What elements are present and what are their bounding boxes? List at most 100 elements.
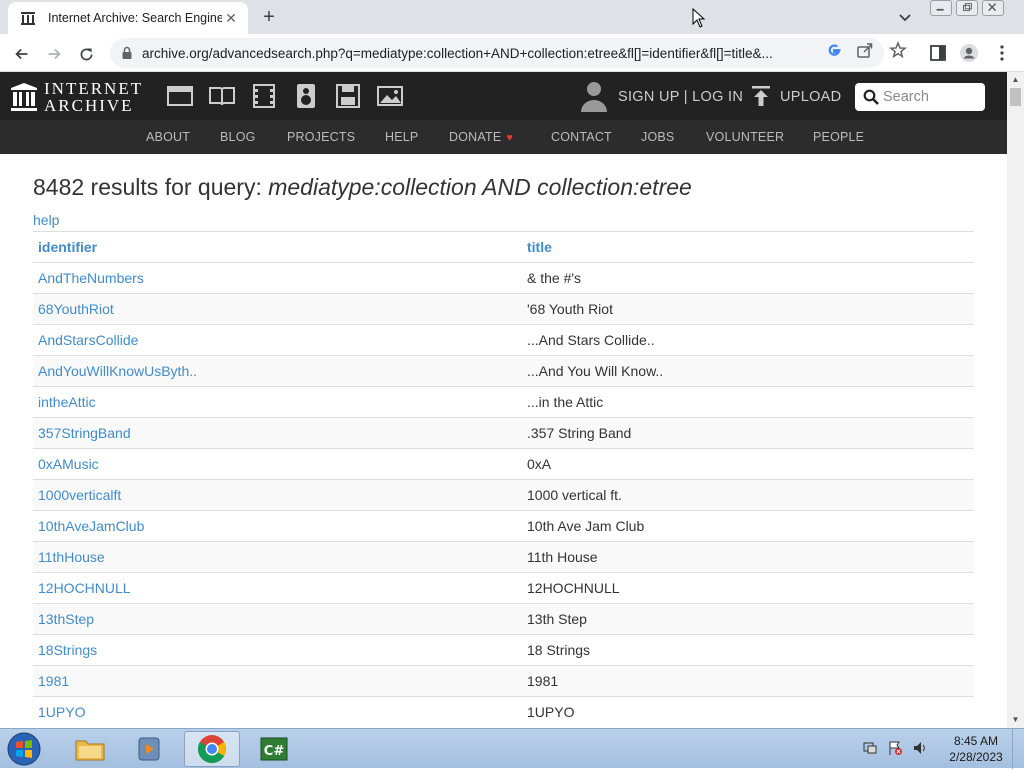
forward-arrow-icon[interactable] bbox=[41, 41, 67, 67]
identifier-cell: 68YouthRiot bbox=[33, 293, 522, 325]
identifier-link[interactable]: 68YouthRiot bbox=[38, 301, 114, 317]
identifier-link[interactable]: AndStarsCollide bbox=[38, 332, 138, 348]
identifier-column-header[interactable]: identifier bbox=[33, 231, 522, 263]
lock-icon[interactable] bbox=[120, 46, 134, 60]
address-bar[interactable]: archive.org/advancedsearch.php?q=mediaty… bbox=[110, 38, 884, 68]
identifier-link[interactable]: 11thHouse bbox=[38, 549, 105, 565]
software-icon[interactable] bbox=[334, 83, 362, 109]
scroll-up-arrow-icon[interactable]: ▲ bbox=[1011, 75, 1020, 84]
ia-search-box[interactable] bbox=[855, 83, 985, 111]
title-cell: 13th Step bbox=[522, 603, 974, 635]
tab-search-chevron-icon[interactable] bbox=[896, 8, 914, 26]
table-row: AndYouWillKnowUsByth.. ...And You Will Kn… bbox=[33, 355, 974, 387]
images-icon[interactable] bbox=[376, 83, 404, 109]
ia-logo[interactable]: INTERNET ARCHIVE bbox=[10, 80, 143, 114]
nav-about[interactable]: ABOUT bbox=[146, 130, 190, 144]
google-icon[interactable] bbox=[825, 41, 843, 59]
identifier-cell: 10thAveJamClub bbox=[33, 510, 522, 542]
show-desktop-button[interactable] bbox=[1012, 729, 1024, 769]
nav-blog[interactable]: BLOG bbox=[220, 130, 256, 144]
restore-icon[interactable] bbox=[956, 0, 978, 16]
profile-avatar-icon[interactable] bbox=[959, 43, 979, 63]
nav-help[interactable]: HELP bbox=[385, 130, 418, 144]
title-cell: .357 String Band bbox=[522, 417, 974, 449]
title-column-header[interactable]: title bbox=[522, 231, 974, 263]
audio-icon[interactable] bbox=[292, 83, 320, 109]
help-link[interactable]: help bbox=[33, 212, 59, 228]
identifier-link[interactable]: 1000verticalft bbox=[38, 487, 121, 503]
identifier-link[interactable]: 357StringBand bbox=[38, 425, 131, 441]
ia-logo-line2: ARCHIVE bbox=[44, 96, 134, 115]
identifier-link[interactable]: 10thAveJamClub bbox=[38, 518, 144, 534]
media-player-icon bbox=[138, 737, 160, 761]
taskbar-clock[interactable]: 8:45 AM 2/28/2023 bbox=[944, 733, 1008, 765]
clock-date: 2/28/2023 bbox=[949, 750, 1003, 764]
identifier-cell: AndYouWillKnowUsByth.. bbox=[33, 355, 522, 387]
chrome-icon bbox=[198, 735, 226, 763]
nav-donate[interactable]: DONATE ♥ bbox=[449, 130, 513, 144]
csharp-icon: C# bbox=[260, 737, 288, 761]
identifier-link[interactable]: AndYouWillKnowUsByth.. bbox=[38, 363, 197, 379]
taskbar-chrome[interactable] bbox=[184, 731, 240, 767]
ia-logo-text: INTERNET ARCHIVE bbox=[44, 80, 143, 114]
flag-warning-icon[interactable] bbox=[887, 740, 903, 756]
search-icon[interactable] bbox=[863, 89, 879, 105]
title-cell: '68 Youth Riot bbox=[522, 293, 974, 325]
table-row: 1000verticalft 1000 vertical ft. bbox=[33, 479, 974, 511]
browser-tab[interactable]: Internet Archive: Search Engine ✕ bbox=[8, 2, 248, 34]
identifier-cell: 13thStep bbox=[33, 603, 522, 635]
title-cell: ...in the Attic bbox=[522, 386, 974, 418]
kebab-menu-icon[interactable] bbox=[992, 43, 1012, 63]
action-center-icon[interactable] bbox=[862, 740, 878, 756]
minimize-icon[interactable] bbox=[930, 0, 952, 16]
page-scrollbar[interactable]: ▲ ▼ bbox=[1007, 72, 1024, 728]
url-text[interactable]: archive.org/advancedsearch.php?q=mediaty… bbox=[142, 46, 884, 61]
identifier-link[interactable]: 13thStep bbox=[38, 611, 94, 627]
scrollbar-thumb[interactable] bbox=[1010, 88, 1021, 106]
back-arrow-icon[interactable] bbox=[9, 41, 35, 67]
nav-projects[interactable]: PROJECTS bbox=[287, 130, 355, 144]
identifier-link[interactable]: AndTheNumbers bbox=[38, 270, 144, 286]
table-row: AndTheNumbers & the #'s bbox=[33, 262, 974, 294]
heart-icon: ♥ bbox=[506, 132, 514, 144]
nav-donate-label: DONATE bbox=[449, 130, 502, 144]
bookmark-star-icon[interactable] bbox=[889, 41, 907, 59]
ia-nav-bar: ABOUT BLOG PROJECTS HELP DONATE ♥ CONTACT… bbox=[0, 120, 1007, 154]
identifier-link[interactable]: 1UPYO bbox=[38, 704, 85, 720]
identifier-link[interactable]: 1981 bbox=[38, 673, 69, 689]
search-input[interactable] bbox=[883, 89, 979, 105]
title-cell: 0xA bbox=[522, 448, 974, 480]
close-window-icon[interactable] bbox=[982, 0, 1004, 16]
web-icon[interactable] bbox=[166, 83, 194, 109]
video-icon[interactable] bbox=[250, 83, 278, 109]
results-count: 8482 results for query: bbox=[33, 174, 262, 200]
volume-icon[interactable] bbox=[912, 740, 928, 756]
nav-jobs[interactable]: JOBS bbox=[641, 130, 674, 144]
identifier-link[interactable]: intheAttic bbox=[38, 394, 96, 410]
upload-link[interactable]: UPLOAD bbox=[780, 89, 841, 105]
taskbar-csharp-app[interactable]: C# bbox=[246, 731, 302, 767]
taskbar-explorer[interactable] bbox=[62, 731, 118, 767]
identifier-link[interactable]: 12HOCHNULL bbox=[38, 580, 131, 596]
texts-icon[interactable] bbox=[208, 83, 236, 109]
scroll-down-arrow-icon[interactable]: ▼ bbox=[1011, 715, 1020, 724]
new-tab-icon[interactable]: + bbox=[258, 6, 280, 28]
signup-login-link[interactable]: SIGN UP | LOG IN bbox=[618, 89, 743, 105]
identifier-link[interactable]: 18Strings bbox=[38, 642, 97, 658]
side-panel-icon[interactable] bbox=[928, 43, 948, 63]
folder-icon bbox=[75, 740, 105, 761]
windows-start-icon[interactable] bbox=[4, 730, 44, 768]
tab-title: Internet Archive: Search Engine bbox=[48, 11, 222, 25]
reload-icon[interactable] bbox=[73, 41, 99, 67]
taskbar-media-player[interactable] bbox=[122, 731, 178, 767]
results-header-row: identifier title bbox=[33, 231, 974, 263]
nav-contact[interactable]: CONTACT bbox=[551, 130, 612, 144]
share-icon[interactable] bbox=[856, 41, 874, 59]
nav-people[interactable]: PEOPLE bbox=[813, 130, 864, 144]
close-tab-icon[interactable]: ✕ bbox=[222, 9, 240, 27]
identifier-cell: 11thHouse bbox=[33, 541, 522, 573]
identifier-link[interactable]: 0xAMusic bbox=[38, 456, 99, 472]
user-avatar-icon[interactable] bbox=[580, 80, 608, 112]
nav-volunteer[interactable]: VOLUNTEER bbox=[706, 130, 784, 144]
upload-icon[interactable] bbox=[750, 84, 772, 108]
